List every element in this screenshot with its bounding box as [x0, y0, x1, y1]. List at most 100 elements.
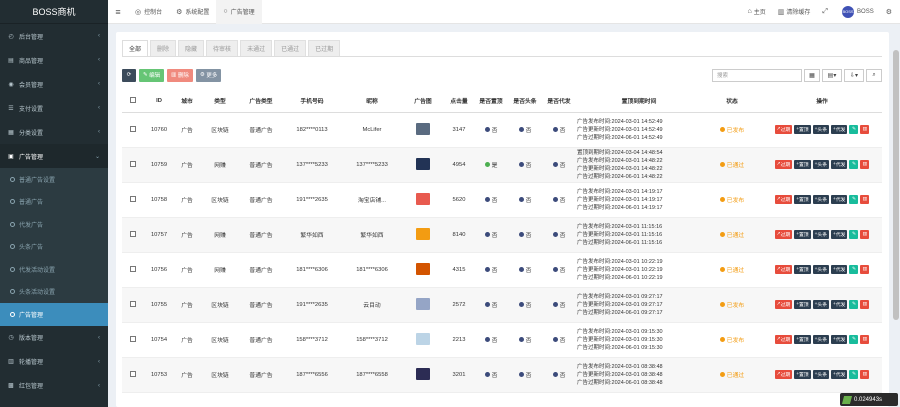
- table-row[interactable]: 10759 广告 网赚 普通广告 137****5233 137****5233 4954 是…: [122, 147, 882, 183]
- column-view-button[interactable]: ▦: [804, 68, 820, 82]
- row-checkbox[interactable]: [130, 300, 136, 307]
- flag-proxy[interactable]: 否: [552, 230, 565, 239]
- set-proxy-button[interactable]: + 代发: [831, 335, 848, 344]
- expire-button[interactable]: ↗ 过期: [774, 125, 793, 134]
- set-top-button[interactable]: + 置顶: [794, 370, 811, 379]
- submenu-item-0[interactable]: 普通广告设置: [0, 168, 108, 191]
- edit-row-button[interactable]: ✎: [849, 370, 859, 379]
- user-menu[interactable]: BOSS BOSS: [836, 5, 880, 18]
- columns-dropdown[interactable]: ▤▾: [822, 68, 842, 82]
- column-header[interactable]: [122, 90, 144, 113]
- flag-headline[interactable]: 否: [518, 300, 531, 309]
- submenu-item-4[interactable]: 代发活动设置: [0, 258, 108, 281]
- filter-tab-2[interactable]: 隐藏: [178, 40, 205, 56]
- sidebar-bottom-item-2[interactable]: ▩ 红包管理 ‹: [0, 374, 108, 398]
- filter-tab-6[interactable]: 已过期: [308, 40, 341, 56]
- ad-thumbnail[interactable]: [416, 227, 430, 240]
- set-headline-button[interactable]: + 头条: [812, 125, 830, 134]
- edit-row-button[interactable]: ✎: [849, 230, 859, 239]
- flag-proxy[interactable]: 否: [552, 300, 565, 309]
- edit-row-button[interactable]: ✎: [849, 125, 859, 134]
- flag-top[interactable]: 否: [484, 125, 497, 134]
- select-all-checkbox[interactable]: [130, 96, 136, 103]
- table-row[interactable]: 10758 广告 区块链 普通广告 191****2635 淘宝店铺... 5620 否否否广…: [122, 182, 882, 218]
- set-top-button[interactable]: + 置顶: [794, 125, 811, 134]
- set-proxy-button[interactable]: + 代发: [831, 195, 848, 204]
- sidebar-item-0[interactable]: ◴ 后台管理 ‹: [0, 24, 108, 48]
- flag-top[interactable]: 否: [484, 265, 497, 274]
- expire-button[interactable]: ↗ 过期: [774, 195, 793, 204]
- edit-row-button[interactable]: ✎: [849, 160, 859, 169]
- flag-proxy[interactable]: 否: [552, 335, 565, 344]
- search-button[interactable]: ⌕: [866, 68, 882, 82]
- set-top-button[interactable]: + 置顶: [794, 300, 811, 309]
- set-top-button[interactable]: + 置顶: [794, 160, 811, 169]
- export-dropdown[interactable]: ⇩▾: [844, 68, 864, 82]
- sidebar-bottom-item-0[interactable]: ◷ 版本管理 ‹: [0, 326, 108, 350]
- sidebar-bottom-item-1[interactable]: ▥ 轮播管理 ‹: [0, 350, 108, 374]
- ad-thumbnail[interactable]: [416, 367, 430, 380]
- submenu-item-3[interactable]: 头条广告: [0, 236, 108, 259]
- edit-row-button[interactable]: ✎: [849, 335, 859, 344]
- set-top-button[interactable]: + 置顶: [794, 230, 811, 239]
- delete-row-button[interactable]: ▥: [860, 160, 870, 169]
- ad-thumbnail[interactable]: [416, 157, 430, 170]
- edit-button[interactable]: ✎ 编辑: [139, 68, 165, 82]
- set-headline-button[interactable]: + 头条: [812, 370, 830, 379]
- set-headline-button[interactable]: + 头条: [812, 160, 830, 169]
- flag-proxy[interactable]: 否: [552, 160, 565, 169]
- set-top-button[interactable]: + 置顶: [794, 335, 811, 344]
- table-row[interactable]: 10755 广告 区块链 普通广告 191****2635 云目动 2572 否 否 否 广告发布时…: [122, 287, 882, 323]
- ad-thumbnail[interactable]: [416, 297, 430, 310]
- row-checkbox[interactable]: [130, 335, 136, 342]
- ad-thumbnail[interactable]: [416, 192, 430, 205]
- row-checkbox[interactable]: [130, 125, 136, 132]
- set-headline-button[interactable]: + 头条: [812, 265, 830, 274]
- top-tab-0[interactable]: ◎ 控制台: [128, 0, 169, 24]
- flag-top[interactable]: 否: [484, 370, 497, 379]
- filter-tab-0[interactable]: 全部: [122, 40, 149, 56]
- expire-button[interactable]: ↗ 过期: [774, 230, 793, 239]
- delete-row-button[interactable]: ▥: [860, 300, 870, 309]
- submenu-item-6[interactable]: 广告管理: [0, 303, 108, 326]
- sidebar-item-2[interactable]: ◉ 会员管理 ‹: [0, 72, 108, 96]
- table-row[interactable]: 10754 广告 区块链 普通广告 158****3712 158****3712 2213…: [122, 322, 882, 358]
- row-checkbox[interactable]: [130, 265, 136, 272]
- table-row[interactable]: 10756 广告 网赚 普通广告 181****6306 181****6306 4315 否…: [122, 252, 882, 288]
- flag-top[interactable]: 是: [484, 160, 497, 169]
- table-row[interactable]: 10757 广告 网赚 普通广告 繁华如西 繁华如西 8140 否否否广告发布时间:2024-…: [122, 217, 882, 253]
- flag-headline[interactable]: 否: [518, 265, 531, 274]
- table-row[interactable]: 10753 广告 区块链 普通广告 187****6556 187****6558 3201…: [122, 357, 882, 393]
- edit-row-button[interactable]: ✎: [849, 195, 859, 204]
- submenu-item-1[interactable]: 普通广告: [0, 191, 108, 214]
- row-checkbox[interactable]: [130, 370, 136, 377]
- search-input[interactable]: 搜索: [712, 68, 802, 82]
- sidebar-item-3[interactable]: ☰ 支付设置 ‹: [0, 96, 108, 120]
- flag-proxy[interactable]: 否: [552, 370, 565, 379]
- filter-tab-4[interactable]: 未通过: [240, 40, 273, 56]
- set-proxy-button[interactable]: + 代发: [831, 125, 848, 134]
- settings-button[interactable]: ⚙: [880, 8, 900, 16]
- top-tab-2[interactable]: ○ 广告管理: [216, 0, 262, 24]
- flag-proxy[interactable]: 否: [552, 195, 565, 204]
- expire-button[interactable]: ↗ 过期: [774, 265, 793, 274]
- edit-row-button[interactable]: ✎: [849, 300, 859, 309]
- menu-toggle-icon[interactable]: ≡: [108, 7, 128, 17]
- table-row[interactable]: 10760 广告 区块链 普通广告 182****0113 McLifer 3147 否否否广…: [122, 112, 882, 148]
- flag-headline[interactable]: 否: [518, 335, 531, 344]
- sidebar-item-4[interactable]: ▦ 分类设置 ‹: [0, 120, 108, 144]
- edit-row-button[interactable]: ✎: [849, 265, 859, 274]
- filter-tab-5[interactable]: 已通过: [274, 40, 307, 56]
- ad-thumbnail[interactable]: [416, 122, 430, 135]
- set-headline-button[interactable]: + 头条: [812, 195, 830, 204]
- expire-button[interactable]: ↗ 过期: [774, 160, 793, 169]
- set-top-button[interactable]: + 置顶: [794, 265, 811, 274]
- row-checkbox[interactable]: [130, 230, 136, 237]
- set-headline-button[interactable]: + 头条: [812, 300, 830, 309]
- expire-button[interactable]: ↗ 过期: [774, 370, 793, 379]
- refresh-button[interactable]: ⟳: [122, 68, 136, 82]
- brand-logo[interactable]: BOSS商机: [0, 0, 108, 24]
- delete-row-button[interactable]: ▥: [860, 370, 870, 379]
- flag-proxy[interactable]: 否: [552, 265, 565, 274]
- expire-button[interactable]: ↗ 过期: [774, 335, 793, 344]
